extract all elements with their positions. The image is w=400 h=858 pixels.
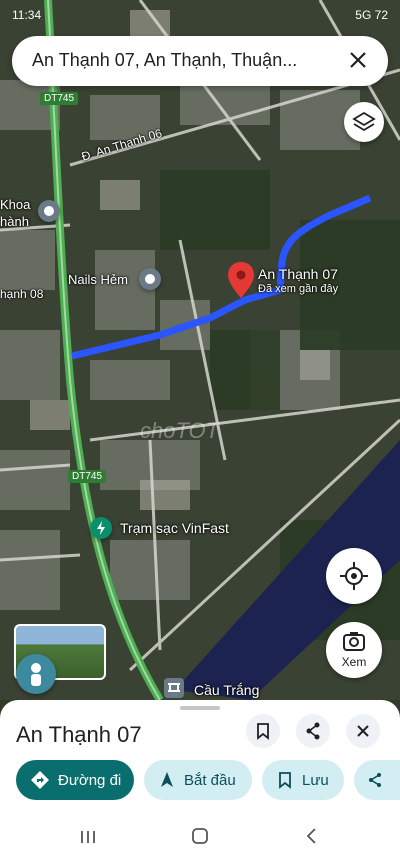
directions-label: Đường đi	[58, 771, 122, 789]
start-chip[interactable]: Bắt đầu	[144, 760, 252, 800]
close-sheet-button[interactable]	[346, 714, 380, 748]
road-label-an-thanh-08: hạnh 08	[0, 287, 44, 301]
road-tag-dt745-top: DT745	[40, 92, 79, 105]
place-tram-sac-vinfast[interactable]: Trạm sạc VinFast	[120, 520, 229, 536]
xem-button[interactable]: Xem	[326, 622, 382, 678]
directions-chip[interactable]: Đường đi	[16, 760, 134, 800]
status-indicators: 5G 72	[355, 8, 388, 22]
start-label: Bắt đầu	[184, 771, 236, 789]
street-view-person-icon[interactable]	[16, 654, 56, 694]
share-icon	[369, 773, 381, 787]
search-query[interactable]: An Thạnh 07, An Thạnh, Thuận...	[32, 50, 332, 71]
bookmark-button[interactable]	[246, 714, 280, 748]
camera-search-icon	[343, 632, 365, 651]
navigation-arrow-icon	[161, 772, 173, 787]
place-cau-trang[interactable]: Cầu Trắng	[194, 682, 259, 698]
android-nav-bar	[0, 820, 400, 858]
share-chip[interactable]	[354, 760, 400, 800]
place-pin-icon[interactable]	[38, 200, 60, 222]
crosshair-icon	[340, 562, 368, 590]
bridge-icon[interactable]	[164, 678, 184, 698]
place-nails-hem[interactable]: Nails Hẻm	[68, 272, 128, 287]
sheet-drag-handle[interactable]	[180, 706, 220, 710]
share-icon	[306, 722, 320, 740]
close-icon	[357, 725, 369, 737]
my-location-button[interactable]	[326, 548, 382, 604]
save-chip[interactable]: Lưu	[262, 760, 344, 800]
selected-place-name[interactable]: An Thạnh 07	[258, 266, 338, 282]
status-bar: 11:34 5G 72	[0, 0, 400, 30]
bookmark-icon	[257, 723, 269, 740]
layers-button[interactable]	[344, 102, 384, 142]
close-icon[interactable]	[344, 46, 372, 74]
place-hanh[interactable]: hành	[0, 214, 29, 229]
search-bar[interactable]: An Thạnh 07, An Thạnh, Thuận...	[12, 36, 388, 86]
place-bottom-sheet[interactable]: An Thạnh 07 Đường đi Bắt đầu Lưu	[0, 700, 400, 820]
selected-place-subtitle: Đã xem gần đây	[258, 283, 339, 295]
save-label: Lưu	[302, 771, 329, 789]
share-button[interactable]	[296, 714, 330, 748]
sheet-title: An Thạnh 07	[16, 722, 142, 747]
place-khoa[interactable]: Khoa	[0, 197, 30, 212]
nails-pin-icon[interactable]	[139, 268, 161, 290]
home-icon[interactable]	[190, 826, 210, 846]
selected-location-pin-icon[interactable]	[228, 262, 254, 298]
status-time: 11:34	[12, 8, 42, 22]
charging-station-icon[interactable]	[90, 517, 112, 539]
directions-icon	[31, 771, 49, 789]
back-icon[interactable]	[302, 826, 322, 846]
watermark-chotot: choTOT	[140, 418, 220, 443]
recent-apps-icon[interactable]	[78, 828, 98, 846]
layers-icon	[352, 111, 376, 132]
road-tag-dt745-mid: DT745	[68, 470, 107, 483]
bookmark-icon	[279, 772, 291, 789]
xem-label: Xem	[341, 655, 367, 669]
